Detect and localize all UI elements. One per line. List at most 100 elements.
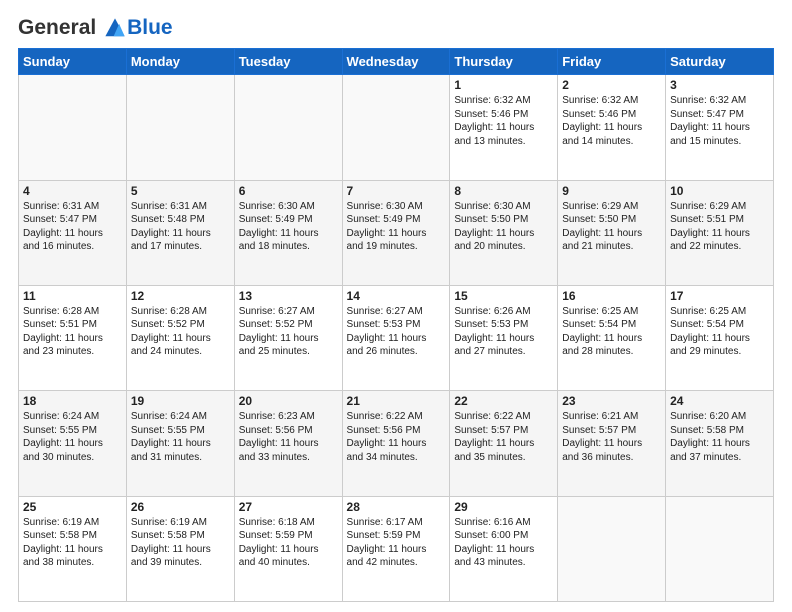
calendar-week-1: 1 Sunrise: 6:32 AM Sunset: 5:46 PM Daylig… — [19, 75, 774, 180]
day-info: Sunrise: 6:22 AM Sunset: 5:56 PM Dayligh… — [347, 410, 446, 464]
day-info: Sunrise: 6:24 AM Sunset: 5:55 PM Dayligh… — [23, 410, 122, 464]
calendar-week-3: 11 Sunrise: 6:28 AM Sunset: 5:51 PM Dayli… — [19, 285, 774, 390]
logo-blue: Blue — [127, 16, 173, 40]
col-header-tuesday: Tuesday — [234, 49, 342, 75]
calendar-cell: 18 Sunrise: 6:24 AM Sunset: 5:55 PM Dayli… — [19, 391, 127, 496]
day-number: 9 — [562, 184, 661, 198]
day-info: Sunrise: 6:32 AM Sunset: 5:47 PM Dayligh… — [670, 94, 769, 148]
calendar-cell: 6 Sunrise: 6:30 AM Sunset: 5:49 PM Daylig… — [234, 180, 342, 285]
calendar-cell — [342, 75, 450, 180]
day-number: 13 — [239, 289, 338, 303]
calendar-cell: 10Sunrise: 6:29 AM Sunset: 5:51 PM Dayli… — [666, 180, 774, 285]
day-info: Sunrise: 6:26 AM Sunset: 5:53 PM Dayligh… — [454, 305, 553, 359]
day-number: 7 — [347, 184, 446, 198]
day-number: 5 — [131, 184, 230, 198]
calendar-cell: 2 Sunrise: 6:32 AM Sunset: 5:46 PM Daylig… — [558, 75, 666, 180]
page-header: General Blue — [18, 16, 774, 40]
calendar-body: 1 Sunrise: 6:32 AM Sunset: 5:46 PM Daylig… — [19, 75, 774, 602]
day-number: 28 — [347, 500, 446, 514]
col-header-friday: Friday — [558, 49, 666, 75]
calendar-cell: 5 Sunrise: 6:31 AM Sunset: 5:48 PM Daylig… — [126, 180, 234, 285]
col-header-thursday: Thursday — [450, 49, 558, 75]
calendar-cell — [19, 75, 127, 180]
day-number: 27 — [239, 500, 338, 514]
calendar-header-row: SundayMondayTuesdayWednesdayThursdayFrid… — [19, 49, 774, 75]
day-info: Sunrise: 6:32 AM Sunset: 5:46 PM Dayligh… — [562, 94, 661, 148]
col-header-monday: Monday — [126, 49, 234, 75]
day-info: Sunrise: 6:21 AM Sunset: 5:57 PM Dayligh… — [562, 410, 661, 464]
logo-general: General — [18, 16, 96, 39]
day-number: 23 — [562, 394, 661, 408]
day-number: 14 — [347, 289, 446, 303]
calendar-cell: 20 Sunrise: 6:23 AM Sunset: 5:56 PM Dayli… — [234, 391, 342, 496]
day-number: 2 — [562, 78, 661, 92]
day-info: Sunrise: 6:24 AM Sunset: 5:55 PM Dayligh… — [131, 410, 230, 464]
day-number: 4 — [23, 184, 122, 198]
calendar-cell: 22Sunrise: 6:22 AM Sunset: 5:57 PM Dayli… — [450, 391, 558, 496]
day-number: 19 — [131, 394, 230, 408]
day-info: Sunrise: 6:23 AM Sunset: 5:56 PM Dayligh… — [239, 410, 338, 464]
logo: General Blue — [18, 16, 173, 40]
calendar-cell: 21 Sunrise: 6:22 AM Sunset: 5:56 PM Dayli… — [342, 391, 450, 496]
day-number: 20 — [239, 394, 338, 408]
calendar-cell: 3 Sunrise: 6:32 AM Sunset: 5:47 PM Daylig… — [666, 75, 774, 180]
day-number: 17 — [670, 289, 769, 303]
day-number: 29 — [454, 500, 553, 514]
day-info: Sunrise: 6:17 AM Sunset: 5:59 PM Dayligh… — [347, 516, 446, 570]
day-info: Sunrise: 6:27 AM Sunset: 5:53 PM Dayligh… — [347, 305, 446, 359]
day-number: 22 — [454, 394, 553, 408]
day-number: 25 — [23, 500, 122, 514]
day-info: Sunrise: 6:28 AM Sunset: 5:51 PM Dayligh… — [23, 305, 122, 359]
day-number: 6 — [239, 184, 338, 198]
calendar-cell: 12Sunrise: 6:28 AM Sunset: 5:52 PM Dayli… — [126, 285, 234, 390]
day-info: Sunrise: 6:31 AM Sunset: 5:48 PM Dayligh… — [131, 200, 230, 254]
calendar-cell: 25 Sunrise: 6:19 AM Sunset: 5:58 PM Dayli… — [19, 496, 127, 601]
calendar-week-5: 25 Sunrise: 6:19 AM Sunset: 5:58 PM Dayli… — [19, 496, 774, 601]
calendar-cell: 14 Sunrise: 6:27 AM Sunset: 5:53 PM Dayli… — [342, 285, 450, 390]
calendar-cell: 4 Sunrise: 6:31 AM Sunset: 5:47 PM Daylig… — [19, 180, 127, 285]
day-number: 18 — [23, 394, 122, 408]
calendar-cell: 27 Sunrise: 6:18 AM Sunset: 5:59 PM Dayli… — [234, 496, 342, 601]
calendar-cell — [666, 496, 774, 601]
calendar-cell: 8 Sunrise: 6:30 AM Sunset: 5:50 PM Daylig… — [450, 180, 558, 285]
calendar-cell: 24 Sunrise: 6:20 AM Sunset: 5:58 PM Dayli… — [666, 391, 774, 496]
calendar-cell: 23 Sunrise: 6:21 AM Sunset: 5:57 PM Dayli… — [558, 391, 666, 496]
day-info: Sunrise: 6:29 AM Sunset: 5:51 PM Dayligh… — [670, 200, 769, 254]
calendar-cell — [558, 496, 666, 601]
calendar-cell: 16Sunrise: 6:25 AM Sunset: 5:54 PM Dayli… — [558, 285, 666, 390]
logo-icon — [104, 17, 126, 39]
day-info: Sunrise: 6:29 AM Sunset: 5:50 PM Dayligh… — [562, 200, 661, 254]
day-info: Sunrise: 6:25 AM Sunset: 5:54 PM Dayligh… — [670, 305, 769, 359]
day-number: 15 — [454, 289, 553, 303]
day-info: Sunrise: 6:20 AM Sunset: 5:58 PM Dayligh… — [670, 410, 769, 464]
calendar-cell: 15 Sunrise: 6:26 AM Sunset: 5:53 PM Dayli… — [450, 285, 558, 390]
calendar-cell: 7Sunrise: 6:30 AM Sunset: 5:49 PM Daylig… — [342, 180, 450, 285]
day-info: Sunrise: 6:30 AM Sunset: 5:50 PM Dayligh… — [454, 200, 553, 254]
day-number: 24 — [670, 394, 769, 408]
day-number: 11 — [23, 289, 122, 303]
calendar-week-4: 18 Sunrise: 6:24 AM Sunset: 5:55 PM Dayli… — [19, 391, 774, 496]
day-info: Sunrise: 6:19 AM Sunset: 5:58 PM Dayligh… — [23, 516, 122, 570]
day-number: 21 — [347, 394, 446, 408]
calendar-cell: 28 Sunrise: 6:17 AM Sunset: 5:59 PM Dayli… — [342, 496, 450, 601]
calendar-cell: 19 Sunrise: 6:24 AM Sunset: 5:55 PM Dayli… — [126, 391, 234, 496]
day-number: 1 — [454, 78, 553, 92]
calendar-cell — [234, 75, 342, 180]
day-number: 3 — [670, 78, 769, 92]
calendar-cell: 26 Sunrise: 6:19 AM Sunset: 5:58 PM Dayli… — [126, 496, 234, 601]
day-info: Sunrise: 6:27 AM Sunset: 5:52 PM Dayligh… — [239, 305, 338, 359]
day-info: Sunrise: 6:31 AM Sunset: 5:47 PM Dayligh… — [23, 200, 122, 254]
calendar-week-2: 4 Sunrise: 6:31 AM Sunset: 5:47 PM Daylig… — [19, 180, 774, 285]
col-header-saturday: Saturday — [666, 49, 774, 75]
day-info: Sunrise: 6:25 AM Sunset: 5:54 PM Dayligh… — [562, 305, 661, 359]
day-number: 26 — [131, 500, 230, 514]
day-info: Sunrise: 6:30 AM Sunset: 5:49 PM Dayligh… — [239, 200, 338, 254]
day-info: Sunrise: 6:28 AM Sunset: 5:52 PM Dayligh… — [131, 305, 230, 359]
day-info: Sunrise: 6:18 AM Sunset: 5:59 PM Dayligh… — [239, 516, 338, 570]
day-info: Sunrise: 6:32 AM Sunset: 5:46 PM Dayligh… — [454, 94, 553, 148]
day-info: Sunrise: 6:19 AM Sunset: 5:58 PM Dayligh… — [131, 516, 230, 570]
day-number: 8 — [454, 184, 553, 198]
calendar-cell: 9 Sunrise: 6:29 AM Sunset: 5:50 PM Daylig… — [558, 180, 666, 285]
col-header-wednesday: Wednesday — [342, 49, 450, 75]
day-info: Sunrise: 6:16 AM Sunset: 6:00 PM Dayligh… — [454, 516, 553, 570]
